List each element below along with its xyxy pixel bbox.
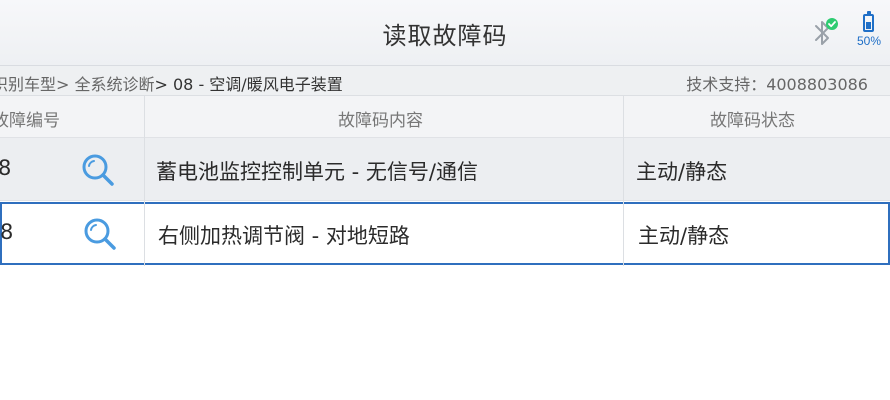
table-row[interactable]: 8 右侧加热调节阀 - 对地短路 主动/静态	[0, 202, 890, 265]
support-phone: 技术支持：4008803086	[686, 75, 868, 94]
breadcrumb: 识别车型> 全系统诊断> 08 - 空调/暖风电子装置	[0, 71, 343, 95]
table-row[interactable]: 8 蓄电池监控控制单元 - 无信号/通信 主动/静态	[0, 138, 890, 201]
page-title: 读取故障码	[382, 22, 508, 50]
column-divider	[623, 96, 624, 266]
breadcrumb-path[interactable]: 识别车型> 全系统诊断	[0, 75, 155, 94]
header-status: 故障码状态	[710, 111, 795, 131]
header-code: 故障编号	[0, 111, 60, 131]
battery-status: 50%	[852, 11, 886, 52]
title-bar: 读取故障码 50%	[0, 0, 890, 66]
fault-content: 右侧加热调节阀 - 对地短路	[158, 224, 410, 248]
battery-percent: 50%	[856, 34, 882, 48]
search-icon[interactable]	[80, 152, 116, 188]
bluetooth-icon[interactable]	[810, 16, 840, 50]
fault-code: 8	[0, 156, 12, 180]
battery-icon	[863, 11, 874, 32]
battery-fill	[866, 22, 871, 29]
fault-content: 蓄电池监控控制单元 - 无信号/通信	[156, 160, 479, 184]
fault-status: 主动/静态	[636, 160, 728, 184]
header-content: 故障码内容	[338, 111, 423, 131]
fault-code: 8	[0, 220, 14, 244]
search-icon[interactable]	[82, 216, 118, 252]
fault-status: 主动/静态	[638, 224, 730, 248]
table-header: 故障编号 故障码内容 故障码状态	[0, 96, 890, 138]
column-divider	[144, 96, 145, 266]
breadcrumb-current: > 08 - 空调/暖风电子装置	[154, 75, 343, 94]
breadcrumb-bar: 识别车型> 全系统诊断> 08 - 空调/暖风电子装置 技术支持：4008803…	[0, 66, 890, 96]
